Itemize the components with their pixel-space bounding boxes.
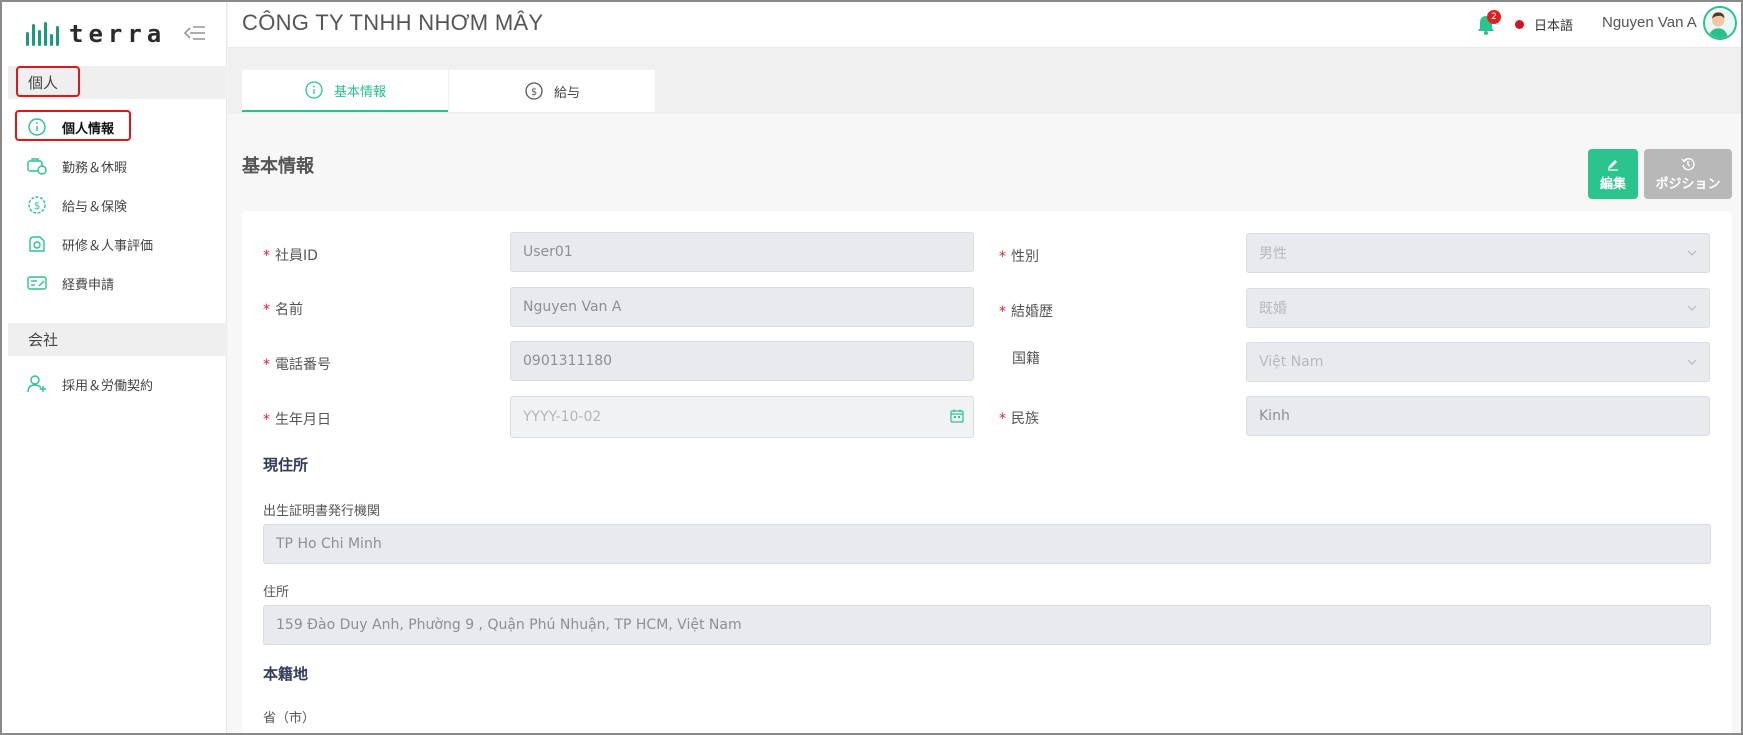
edit-button-label: 編集	[1599, 176, 1626, 192]
tab-label: 給与	[553, 85, 580, 101]
work-leave-icon	[27, 158, 47, 175]
ethnicity-field[interactable]: Kinh	[1246, 396, 1710, 436]
gender-value: 男性	[1259, 246, 1287, 262]
language-selector[interactable]: 日本語	[1515, 15, 1573, 34]
section-header-company: 会社	[8, 323, 227, 356]
domicile-title: 本籍地	[263, 665, 309, 683]
section-company-label: 会社	[28, 331, 59, 349]
position-button-label: ポジション	[1655, 176, 1721, 192]
sidebar-item-label: 研修＆人事評価	[62, 238, 154, 254]
avatar-icon	[1705, 8, 1735, 38]
sidebar-item-label: 給与＆保険	[62, 199, 128, 215]
sidebar-item-recruitment[interactable]: 採用＆労働契約	[26, 371, 153, 397]
top-bar: CÔNG TY TNHH NHƠM MÂY 2 日本語 Nguyen Van A	[228, 2, 1741, 48]
employee-id-label: * 社員ID	[263, 248, 318, 264]
marital-value: 既婚	[1259, 301, 1287, 317]
chevron-down-icon	[1687, 250, 1697, 256]
employee-id-value: User01	[523, 244, 573, 260]
info-icon	[28, 118, 46, 136]
issuer-field[interactable]: TP Ho Chi Minh	[263, 524, 1711, 564]
collapse-menu-icon[interactable]	[184, 24, 206, 42]
svg-text:$: $	[531, 87, 537, 98]
nationality-label: 国籍	[1012, 351, 1040, 367]
section-personal-label: 個人	[28, 74, 59, 92]
sidebar-item-personal-info[interactable]: 個人情報	[26, 114, 114, 140]
name-field[interactable]: Nguyen Van A	[510, 287, 974, 327]
sidebar-item-work-leave[interactable]: 勤務＆休暇	[26, 153, 127, 179]
main-content: 基本情報 編集 ポジション * 社員ID User01 * 名前 Nguyen Va…	[228, 114, 1741, 733]
birthday-field[interactable]: YYYY-10-02	[510, 396, 974, 438]
pencil-icon	[1608, 159, 1618, 171]
flag-icon	[1515, 20, 1524, 29]
sidebar-item-expense[interactable]: 経費申請	[26, 270, 114, 296]
sidebar-item-label: 採用＆労働契約	[62, 378, 154, 394]
avatar[interactable]	[1703, 6, 1737, 40]
marital-label: * 結婚歴	[999, 304, 1053, 320]
phone-label: * 電話番号	[263, 357, 331, 373]
basic-info-card: * 社員ID User01 * 名前 Nguyen Van A * 電話番号 0901…	[242, 211, 1732, 733]
chevron-down-icon	[1687, 359, 1697, 365]
info-icon	[305, 81, 323, 99]
birthday-label: * 生年月日	[263, 412, 331, 428]
ethnicity-value: Kinh	[1259, 408, 1290, 424]
address-label: 住所	[263, 585, 290, 600]
address-value: 159 Đào Duy Anh, Phường 9 , Quận Phú Nhu…	[276, 617, 742, 633]
training-icon	[29, 236, 45, 252]
name-label: * 名前	[263, 302, 303, 318]
phone-value: 0901311180	[523, 353, 613, 369]
tabs-bar: 基本情報 $ 給与	[228, 48, 1741, 114]
tab-label: 基本情報	[333, 84, 386, 100]
current-address-title: 現住所	[263, 456, 309, 474]
tab-salary[interactable]: $ 給与	[449, 70, 655, 112]
logo-text: terra	[69, 20, 167, 48]
add-user-icon	[27, 375, 46, 393]
province-label: 省（市）	[263, 711, 316, 726]
employee-id-field[interactable]: User01	[510, 232, 974, 272]
ethnicity-label: * 民族	[999, 411, 1039, 427]
nationality-value: Việt Nam	[1259, 354, 1324, 370]
expense-icon	[27, 276, 47, 290]
chevron-down-icon	[1687, 305, 1697, 311]
language-label: 日本語	[1534, 19, 1574, 34]
logo-bars-icon	[26, 22, 59, 46]
salary-icon: $	[28, 196, 46, 214]
notification-badge: 2	[1487, 10, 1501, 24]
name-value: Nguyen Van A	[523, 299, 622, 315]
address-field[interactable]: 159 Đào Duy Anh, Phường 9 , Quận Phú Nhu…	[263, 605, 1711, 645]
sidebar-item-training[interactable]: 研修＆人事評価	[26, 231, 153, 257]
logo: terra	[26, 16, 166, 52]
svg-text:$: $	[34, 201, 40, 212]
tab-basic-info[interactable]: 基本情報	[242, 70, 448, 112]
user-name[interactable]: Nguyen Van A	[1602, 14, 1697, 31]
sidebar-item-label: 個人情報	[62, 121, 115, 137]
app-window: terra 個人 個人情報 勤務＆休暇 $ 給与＆保険 研修＆人事評価 経費申請…	[0, 0, 1743, 735]
company-name: CÔNG TY TNHH NHƠM MÂY	[242, 10, 544, 35]
section-header-personal: 個人	[8, 66, 227, 99]
sidebar-item-salary-insurance[interactable]: $ 給与＆保険	[26, 192, 127, 218]
dollar-icon: $	[525, 82, 543, 100]
position-button[interactable]: ポジション	[1644, 149, 1732, 199]
nationality-select[interactable]: Việt Nam	[1246, 342, 1710, 382]
birthday-placeholder: YYYY-10-02	[523, 409, 602, 425]
sidebar-item-label: 勤務＆休暇	[62, 160, 128, 176]
calendar-icon[interactable]	[949, 408, 965, 424]
phone-field[interactable]: 0901311180	[510, 341, 974, 381]
gender-label: * 性別	[999, 249, 1039, 265]
gender-select[interactable]: 男性	[1246, 233, 1710, 273]
issuer-label: 出生証明書発行機関	[263, 504, 381, 519]
history-icon	[1681, 157, 1695, 170]
sidebar: terra 個人 個人情報 勤務＆休暇 $ 給与＆保険 研修＆人事評価 経費申請…	[2, 2, 227, 733]
edit-button[interactable]: 編集	[1588, 149, 1638, 199]
issuer-value: TP Ho Chi Minh	[276, 536, 382, 552]
sidebar-item-label: 経費申請	[62, 277, 115, 293]
page-title: 基本情報	[242, 156, 314, 177]
marital-select[interactable]: 既婚	[1246, 288, 1710, 328]
